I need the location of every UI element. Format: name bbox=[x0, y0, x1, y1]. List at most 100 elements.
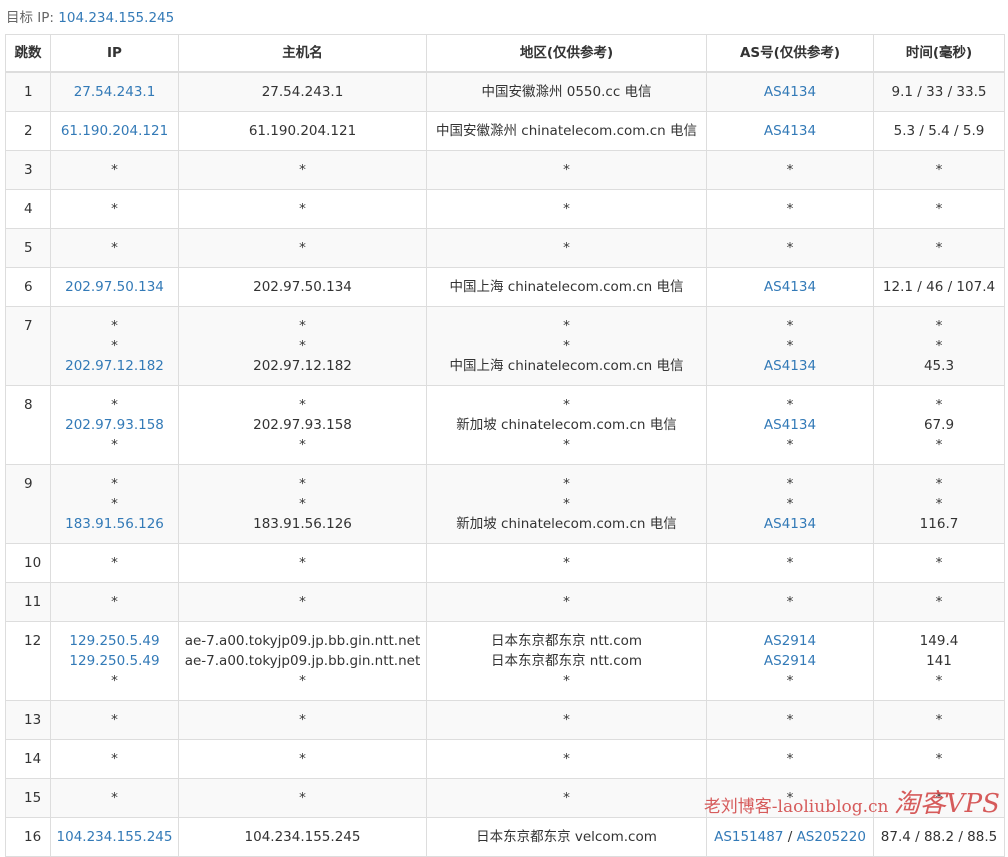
hostname-cell: * bbox=[178, 189, 427, 229]
time-cell: * bbox=[873, 739, 1005, 779]
as-line: * bbox=[709, 553, 871, 573]
ip-link[interactable]: 61.190.204.121 bbox=[61, 123, 168, 139]
hop-cell: 8 bbox=[5, 385, 51, 465]
hop-cell: 2 bbox=[5, 111, 51, 151]
hop-cell: 4 bbox=[5, 189, 51, 229]
as-line: * bbox=[709, 238, 871, 258]
time-cell: * bbox=[873, 150, 1005, 190]
ip-cell: * bbox=[50, 228, 179, 268]
as-link[interactable]: AS2914 bbox=[764, 653, 816, 669]
region-line: 日本东京都东京 ntt.com bbox=[490, 633, 643, 649]
as-link[interactable]: AS4134 bbox=[764, 279, 816, 295]
region-line: 日本东京都东京 velcom.com bbox=[476, 829, 657, 845]
table-row: 7 * * 202.97.12.182 * * 202.97.12.182 * * 中国上海 ch… bbox=[5, 306, 1005, 386]
header-time: 时间(毫秒) bbox=[873, 34, 1005, 73]
host-line: 61.190.204.121 bbox=[248, 123, 357, 139]
host-line: * bbox=[299, 437, 306, 453]
hop-number: 12 bbox=[24, 633, 42, 649]
ip-link[interactable]: 202.97.12.182 bbox=[65, 358, 164, 374]
as-link[interactable]: AS2914 bbox=[764, 633, 816, 649]
ip-cell: * bbox=[50, 189, 179, 229]
as-link[interactable]: AS4134 bbox=[764, 123, 816, 139]
as-line: * bbox=[709, 336, 871, 356]
as-empty: * bbox=[786, 162, 794, 178]
hostname-cell: * bbox=[178, 700, 427, 740]
time-line: * bbox=[935, 437, 943, 453]
ip-link[interactable]: 202.97.93.158 bbox=[65, 417, 164, 433]
region-cell: 日本东京都东京 velcom.com bbox=[426, 817, 707, 857]
as-line: * bbox=[709, 788, 871, 808]
as-empty: * bbox=[786, 496, 794, 512]
table-row: 14 * * * * * bbox=[5, 739, 1005, 779]
as-link[interactable]: AS4134 bbox=[764, 417, 816, 433]
ip-cell: 202.97.50.134 bbox=[50, 267, 179, 307]
as-cell: AS2914 AS2914 * bbox=[706, 621, 874, 701]
ip-link[interactable]: 104.234.155.245 bbox=[57, 829, 173, 845]
traceroute-table: 跳数 IP 主机名 地区(仅供参考) AS号(仅供参考) 时间(毫秒) 1 27.… bbox=[5, 34, 1005, 857]
ip-link[interactable]: 202.97.50.134 bbox=[65, 279, 164, 295]
table-header-row: 跳数 IP 主机名 地区(仅供参考) AS号(仅供参考) 时间(毫秒) bbox=[5, 34, 1005, 73]
ip-link[interactable]: 183.91.56.126 bbox=[65, 516, 164, 532]
host-line: * bbox=[299, 476, 306, 492]
hostname-cell: 202.97.50.134 bbox=[178, 267, 427, 307]
as-empty: * bbox=[786, 751, 794, 767]
ip-cell: * bbox=[50, 778, 179, 818]
hop-number: 16 bbox=[24, 829, 42, 845]
hop-number: 8 bbox=[24, 397, 33, 413]
as-cell: AS4134 bbox=[706, 267, 874, 307]
ip-line: 61.190.204.121 bbox=[53, 121, 176, 141]
ip-cell: 104.234.155.245 bbox=[50, 817, 179, 857]
region-cell: * 新加坡 chinatelecom.com.cn 电信 * bbox=[426, 385, 707, 465]
time-cell: * bbox=[873, 543, 1005, 583]
time-cell: * bbox=[873, 778, 1005, 818]
region-line: 中国上海 chinatelecom.com.cn 电信 bbox=[449, 358, 684, 374]
ip-link[interactable]: 129.250.5.49 bbox=[69, 653, 159, 669]
ip-cell: 61.190.204.121 bbox=[50, 111, 179, 151]
hop-number: 15 bbox=[24, 790, 42, 806]
hop-number: 14 bbox=[24, 751, 42, 767]
as-cell: * AS4134 * bbox=[706, 385, 874, 465]
as-empty: * bbox=[786, 240, 794, 256]
time-cell: 87.4 / 88.2 / 88.5 bbox=[873, 817, 1005, 857]
as-line: * bbox=[709, 435, 871, 455]
as-empty: * bbox=[786, 318, 794, 334]
hostname-cell: * bbox=[178, 228, 427, 268]
time-line: 45.3 bbox=[923, 358, 955, 374]
region-line: 新加坡 chinatelecom.com.cn 电信 bbox=[456, 516, 677, 532]
as-line: * bbox=[709, 749, 871, 769]
ip-line: * bbox=[111, 318, 118, 334]
as-link[interactable]: AS4134 bbox=[764, 358, 816, 374]
time-line: 141 bbox=[926, 653, 952, 669]
ip-link[interactable]: 27.54.243.1 bbox=[74, 84, 156, 100]
table-body: 1 27.54.243.1 27.54.243.1 中国安徽滁州 0550.cc 电信… bbox=[5, 71, 1005, 857]
ip-line: * bbox=[111, 712, 118, 728]
as-link[interactable]: AS205220 bbox=[797, 829, 866, 845]
target-ip-label: 目标 IP: bbox=[6, 10, 54, 26]
region-line: * bbox=[563, 240, 570, 256]
host-line: * bbox=[299, 201, 306, 217]
hostname-cell: 104.234.155.245 bbox=[178, 817, 427, 857]
hop-cell: 7 bbox=[5, 306, 51, 386]
as-cell: * * AS4134 bbox=[706, 464, 874, 544]
as-link[interactable]: AS4134 bbox=[764, 84, 816, 100]
as-line: * bbox=[709, 592, 871, 612]
time-line: * bbox=[935, 162, 943, 178]
header-hop: 跳数 bbox=[5, 34, 51, 73]
hostname-cell: 27.54.243.1 bbox=[178, 71, 427, 112]
region-cell: * bbox=[426, 582, 707, 622]
time-cell: * 67.9 * bbox=[873, 385, 1005, 465]
target-ip-link[interactable]: 104.234.155.245 bbox=[58, 10, 174, 26]
as-cell: * bbox=[706, 700, 874, 740]
hop-cell: 15 bbox=[5, 778, 51, 818]
ip-line: * bbox=[111, 594, 118, 610]
region-line: * bbox=[563, 437, 570, 453]
time-cell: 9.1 / 33 / 33.5 bbox=[873, 71, 1005, 112]
ip-line: * bbox=[111, 240, 118, 256]
ip-cell: 129.250.5.49 129.250.5.49 * bbox=[50, 621, 179, 701]
as-link[interactable]: AS4134 bbox=[764, 516, 816, 532]
as-line: * bbox=[709, 395, 871, 415]
as-link[interactable]: AS151487 bbox=[714, 829, 783, 845]
hostname-cell: 61.190.204.121 bbox=[178, 111, 427, 151]
hostname-cell: * bbox=[178, 582, 427, 622]
ip-link[interactable]: 129.250.5.49 bbox=[69, 633, 159, 649]
